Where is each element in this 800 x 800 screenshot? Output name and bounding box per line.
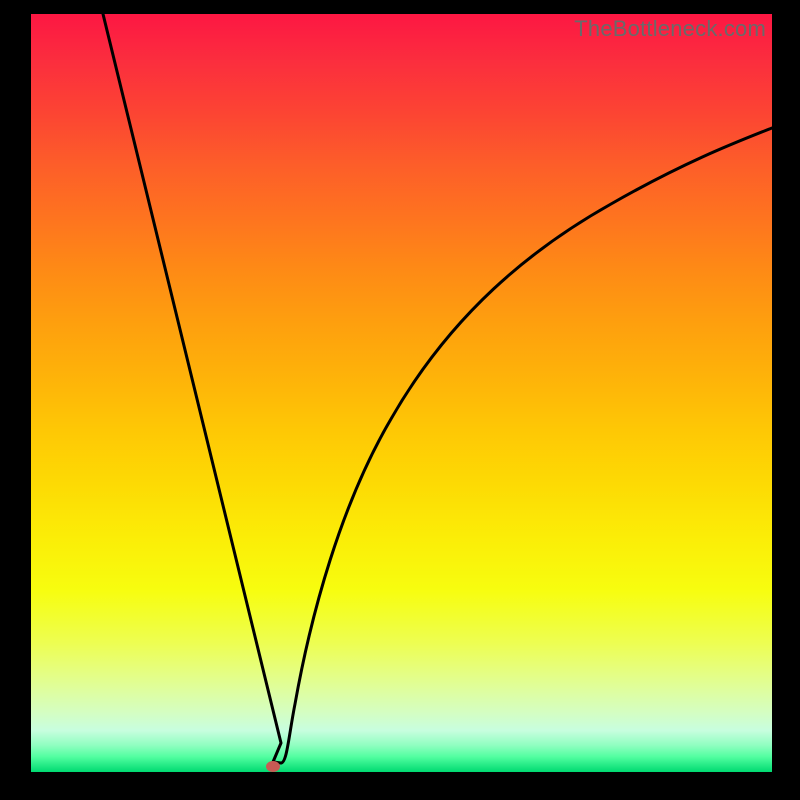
curve-right-branch	[281, 128, 772, 763]
bottleneck-curve	[31, 14, 772, 772]
optimal-point-marker	[266, 761, 280, 772]
watermark-text: TheBottleneck.com	[574, 16, 766, 42]
curve-left-branch	[103, 14, 281, 763]
